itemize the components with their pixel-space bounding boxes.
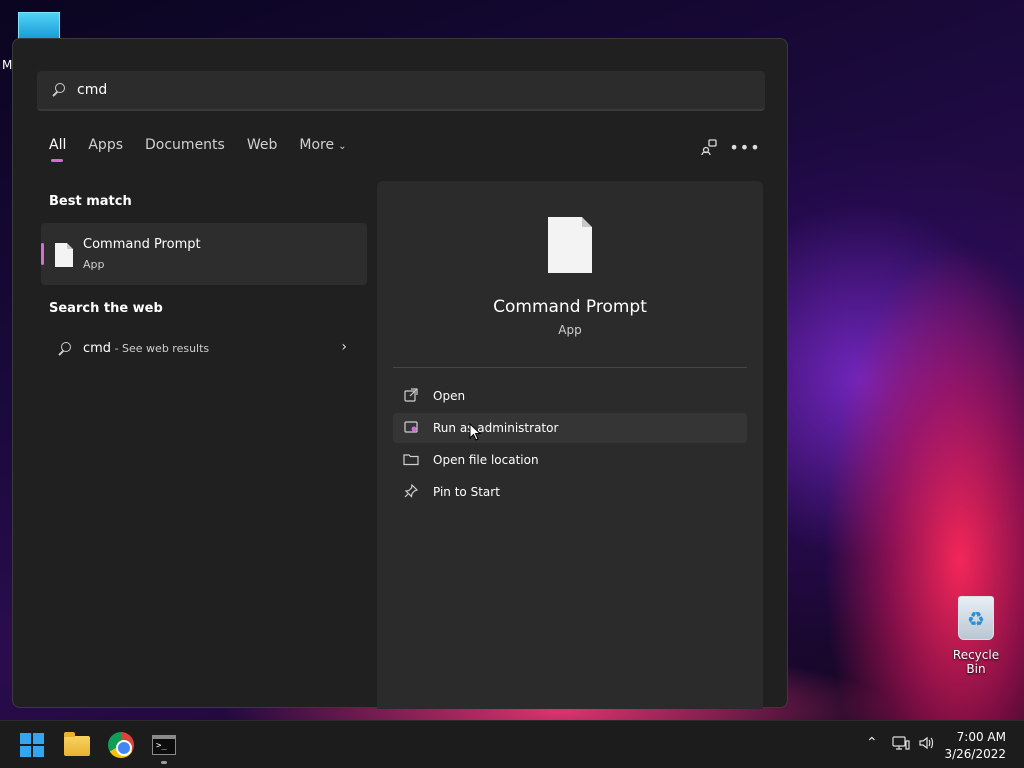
tab-web[interactable]: Web: [247, 137, 278, 153]
web-result-item[interactable]: cmd - See web results ›: [41, 331, 367, 367]
divider: [393, 367, 747, 368]
folder-icon: [403, 452, 419, 468]
desktop-shortcut-label: M: [2, 58, 13, 72]
command-prompt-icon[interactable]: [152, 735, 176, 755]
desktop-shortcut-icon[interactable]: [18, 12, 60, 40]
file-icon: [55, 243, 73, 267]
chrome-icon[interactable]: [108, 732, 134, 758]
running-indicator: [161, 761, 167, 764]
recycle-bin-icon: [958, 596, 994, 640]
clock[interactable]: 7:00 AM 3/26/2022: [944, 729, 1006, 763]
mouse-cursor-icon: [469, 422, 482, 445]
best-match-title: Best match: [49, 194, 132, 209]
recycle-bin-label: Recycle Bin: [952, 648, 1000, 676]
clock-time: 7:00 AM: [956, 730, 1006, 744]
selection-indicator: [41, 243, 44, 265]
volume-icon[interactable]: [918, 735, 936, 755]
action-label: Open file location: [433, 453, 539, 467]
action-open[interactable]: Open: [393, 381, 747, 411]
web-hint: - See web results: [111, 342, 210, 355]
best-match-item[interactable]: Command Prompt App: [41, 223, 367, 285]
tab-documents[interactable]: Documents: [145, 137, 225, 153]
web-result-text: cmd - See web results: [83, 341, 209, 356]
action-label: Run as administrator: [433, 421, 559, 435]
chevron-up-icon[interactable]: ⌃: [866, 735, 878, 751]
search-web-title: Search the web: [49, 301, 163, 316]
pin-icon: [403, 483, 419, 500]
more-dots-icon: •••: [729, 137, 761, 157]
chevron-right-icon: ›: [341, 339, 347, 355]
account-button[interactable]: [697, 135, 721, 159]
tab-all[interactable]: All: [49, 137, 66, 162]
file-icon: [548, 217, 592, 273]
preview-type: App: [558, 323, 582, 337]
tab-apps[interactable]: Apps: [88, 137, 123, 153]
clock-date: 3/26/2022: [944, 747, 1006, 761]
action-run-as-administrator[interactable]: Run as administrator: [393, 413, 747, 443]
best-match-name: Command Prompt: [83, 237, 201, 252]
tab-more[interactable]: More ⌄: [299, 137, 346, 153]
search-input[interactable]: [77, 82, 717, 98]
action-open-file-location[interactable]: Open file location: [393, 445, 747, 475]
shield-icon: [403, 420, 419, 436]
account-switch-icon: [697, 135, 721, 159]
file-explorer-icon[interactable]: [64, 732, 90, 756]
search-icon: [51, 82, 67, 98]
search-panel: All Apps Documents Web More⌄ ••• Best ma…: [12, 38, 788, 709]
taskbar: ⌃ 7:00 AM 3/26/2022: [0, 720, 1024, 768]
recycle-bin[interactable]: Recycle Bin: [944, 596, 1008, 676]
action-label: Pin to Start: [433, 485, 500, 499]
action-label: Open: [433, 389, 466, 403]
start-button-icon[interactable]: [18, 731, 46, 759]
network-icon[interactable]: [892, 735, 910, 755]
preview-pane: Command Prompt App Open Run as administr…: [377, 181, 763, 709]
search-box[interactable]: [37, 71, 765, 111]
open-icon: [403, 388, 419, 404]
best-match-type: App: [83, 258, 105, 271]
more-options-button[interactable]: •••: [729, 135, 761, 159]
filter-tabs: All Apps Documents Web More ⌄: [49, 137, 368, 162]
preview-title: Command Prompt: [493, 297, 647, 317]
action-pin-to-start[interactable]: Pin to Start: [393, 477, 747, 507]
web-query: cmd: [83, 341, 112, 356]
chevron-down-icon: ⌄: [338, 141, 347, 152]
tab-more-label: More: [299, 137, 335, 153]
